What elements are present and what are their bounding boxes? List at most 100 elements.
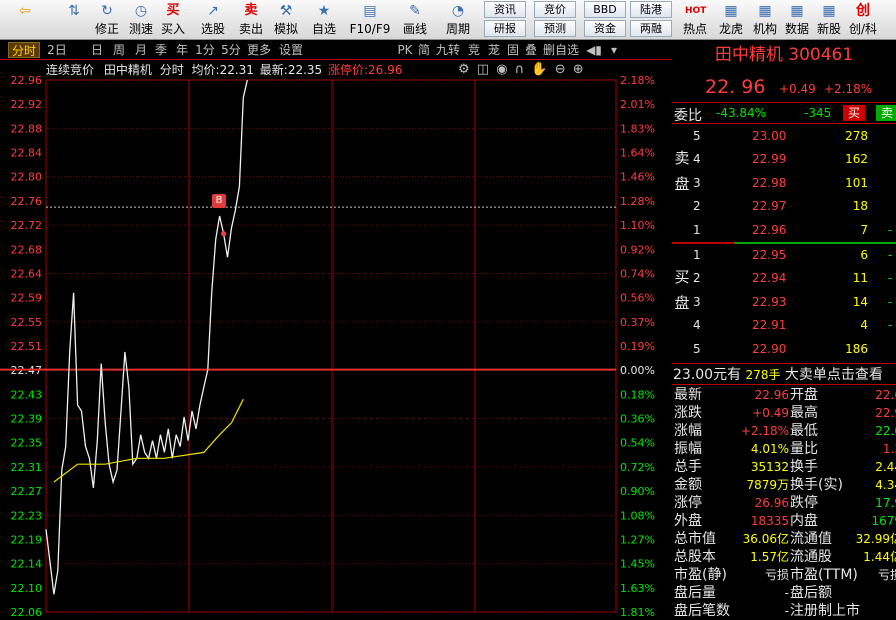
stat-label: 最高 (790, 405, 818, 421)
tab-9[interactable]: 更多 (245, 42, 273, 58)
tab-0[interactable]: 分时 (8, 42, 40, 58)
toolbar-button-3[interactable]: ◷ 测速 (126, 0, 156, 40)
level-volume: 186 (845, 341, 868, 356)
big-order-link[interactable]: 大卖单点击查看 (785, 367, 883, 383)
price-change: +0.49 (779, 82, 816, 96)
bids-row[interactable]: 2 22.94 11 - (672, 267, 896, 290)
tab-2[interactable]: 日 (88, 42, 106, 58)
star-icon: ★ (317, 3, 331, 19)
toolbar-small-button-6[interactable]: 陆港 (630, 1, 672, 18)
tab-7[interactable]: 1分 (194, 42, 216, 58)
toolbar-button-1[interactable]: ⇅ (60, 0, 88, 40)
chart-option-1[interactable]: 简 (417, 42, 431, 58)
stat-value: 26.96 (754, 496, 789, 510)
weibi-value: -43.84% (716, 106, 767, 120)
stat-value: - (784, 604, 789, 618)
bids-row[interactable]: 5 22.90 186 (672, 338, 896, 361)
toolbar-right-button-1[interactable]: ▦ 龙虎 (714, 0, 748, 40)
toolbar-right-button-4[interactable]: ▦ 新股 (812, 0, 846, 40)
asks-row[interactable]: 1 22.96 7 - (672, 219, 896, 242)
quick-sell-button[interactable]: 卖 (876, 105, 896, 121)
bids-row[interactable]: 4 22.91 4 - (672, 314, 896, 337)
price-tick-label: 22.76 (11, 195, 43, 208)
chart-option-4[interactable]: 茏 (486, 42, 502, 58)
level-volume: 14 (852, 294, 868, 309)
level: 2 (693, 199, 701, 214)
asks-row[interactable]: 5 23.00 278 (672, 125, 896, 148)
hand-icon[interactable]: ✋ (531, 62, 547, 77)
magnet-icon[interactable]: ∩ (515, 62, 525, 77)
intraday-chart[interactable]: 22.96 2.18% 22.92 2.01% 22.88 1.83% 22.84 1.64%… (0, 60, 672, 616)
price-tick-label: 22.06 (11, 606, 43, 616)
tab-6[interactable]: 年 (173, 42, 191, 58)
level-volume: 4 (860, 318, 868, 333)
asks-row[interactable]: 4 22.99 162 (672, 148, 896, 171)
price-tick-label: 22.72 (11, 219, 43, 232)
chart-option-7[interactable]: 删自选 (541, 42, 581, 58)
chart-option-0[interactable]: PK (397, 42, 413, 58)
toolbar-right-button-2[interactable]: ▦ 机构 (748, 0, 782, 40)
asks-row[interactable]: 3 22.98 101 (672, 172, 896, 195)
tab-10[interactable]: 设置 (277, 42, 305, 58)
intraday-chart-svg: 22.96 2.18% 22.92 2.01% 22.88 1.83% 22.84 1.64%… (0, 74, 655, 616)
pct-tick-label: 1.27% (620, 533, 655, 546)
toolbar-small-button-5[interactable]: 资金 (584, 20, 626, 37)
tab-1[interactable]: 2日 (45, 42, 69, 58)
tab-3[interactable]: 周 (110, 42, 128, 58)
chart-option-2[interactable]: 九转 (434, 42, 462, 58)
toolbar-button-10[interactable]: ✎ 画线 (396, 0, 434, 40)
settings-gear-icon[interactable]: ⚙ (458, 62, 470, 77)
avg-price-line (53, 398, 244, 483)
zoom-in-icon[interactable]: ⊕ (573, 62, 584, 77)
price-tick-label: 22.27 (11, 485, 43, 498)
toolbar-button-4[interactable]: 买买入 (158, 0, 188, 40)
level: 4 (693, 318, 701, 333)
level-volume: 6 (860, 248, 868, 262)
chart-option-3[interactable]: 竞 (466, 42, 482, 58)
toolbar-button-6[interactable]: 卖卖出 (236, 0, 266, 40)
toolbar-button-7[interactable]: ⚒ 模拟 (271, 0, 301, 40)
collapse-arrow-icon[interactable]: ◀▮ (585, 42, 603, 58)
toolbar-button-11[interactable]: ◔ 周期 (438, 0, 478, 40)
dropdown-arrow-icon[interactable]: ▾ (608, 42, 620, 58)
zoom-out-icon[interactable]: ⊖ (555, 62, 566, 77)
toolbar-small-button-2[interactable]: 竞价 (534, 1, 576, 18)
toolbar-small-button-7[interactable]: 两融 (630, 20, 672, 37)
toolbar-button-5[interactable]: ↗ 选股 (194, 0, 232, 40)
stat-label: 最低 (790, 423, 818, 439)
tab-4[interactable]: 月 (132, 42, 150, 58)
eye-icon[interactable]: ◉ (496, 62, 507, 77)
toolbar-button-2[interactable]: ↻ 修正 (92, 0, 122, 40)
pct-tick-label: 0.56% (620, 292, 655, 305)
pct-tick-label: 1.46% (620, 171, 655, 184)
camera-icon[interactable]: ◫ (477, 62, 489, 77)
level-volume: 7 (860, 222, 868, 237)
tab-8[interactable]: 5分 (220, 42, 242, 58)
buy-marker[interactable]: B (212, 194, 226, 208)
bids-row[interactable]: 3 22.93 14 - (672, 291, 896, 314)
stat-label: 盘后量 (674, 585, 716, 601)
toolbar-small-button-4[interactable]: BBD (584, 1, 626, 18)
toolbar-button-0[interactable]: ⇦ (0, 0, 50, 40)
toolbar-right-button-5[interactable]: 创创/科 (846, 0, 880, 40)
toolbar-small-button-1[interactable]: 研报 (484, 20, 526, 37)
stat-label: 开盘 (790, 387, 818, 403)
big-order-row[interactable]: 23.00元有 278手 大卖单点击查看 (672, 363, 896, 385)
toolbar-label: 买入 (160, 22, 185, 36)
data-icon: ▦ (790, 3, 804, 19)
chart-tools: ⚙ ◫ ◉ ∩ ✋ ⊖ ⊕ (458, 62, 584, 78)
chart-option-5[interactable]: 固 (505, 42, 521, 58)
toolbar-small-button-3[interactable]: 预测 (534, 20, 576, 37)
quick-buy-button[interactable]: 买 (843, 105, 865, 121)
toolbar-right-button-3[interactable]: ▦ 数据 (780, 0, 814, 40)
toolbar-button-9[interactable]: ▤ F10/F9 (348, 0, 392, 40)
chart-option-6[interactable]: 叠 (523, 42, 539, 58)
toolbar-right-button-0[interactable]: HOT 热点 (678, 0, 712, 40)
bids-row[interactable]: 1 22.95 6 - (672, 244, 896, 267)
asks-row[interactable]: 2 22.97 18 (672, 195, 896, 218)
tab-5[interactable]: 季 (152, 42, 170, 58)
toolbar-button-8[interactable]: ★ 自选 (306, 0, 342, 40)
toolbar-small-button-0[interactable]: 资讯 (484, 1, 526, 18)
level: 2 (693, 271, 701, 286)
level-price: 22.96 (752, 222, 787, 237)
